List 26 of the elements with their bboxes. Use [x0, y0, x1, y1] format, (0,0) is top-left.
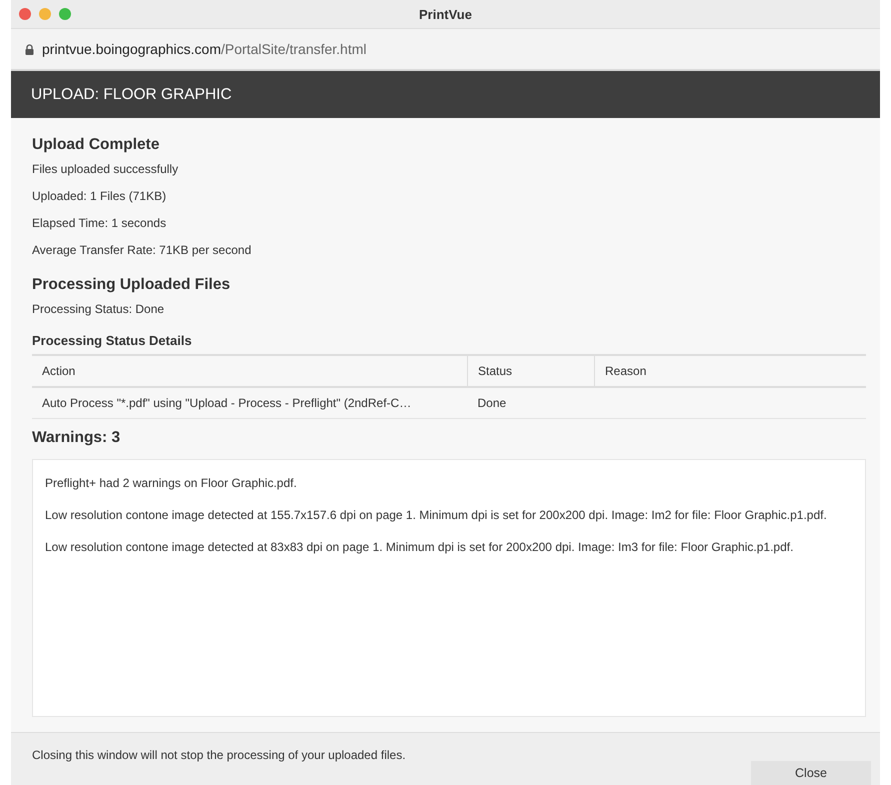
close-icon[interactable]: [19, 8, 31, 20]
column-header: Reason: [594, 355, 866, 387]
table-cell: Done: [468, 387, 594, 418]
page-title: UPLOAD: FLOOR GRAPHIC: [31, 86, 232, 104]
section-heading: Upload Complete: [32, 136, 160, 154]
window-title: PrintVue: [419, 6, 472, 22]
warning-text: Preflight+ had 2 warnings on Floor Graphic.pdf.: [45, 475, 298, 492]
close-button[interactable]: Close: [751, 761, 871, 785]
minimize-icon[interactable]: [39, 8, 51, 20]
info-text: Files uploaded successfully: [32, 162, 180, 176]
lock-icon: [25, 44, 34, 54]
url-text[interactable]: printvue.boingographics.com/PortalSite/transfer.html: [42, 41, 367, 57]
warning-text: Low resolution contone image detected at 83x83 dpi on page 1. Minimum dpi is set for 200x200 dpi. Image: Im3 for file: Floor Graphic.p1.pdf.: [45, 539, 794, 556]
warning-text: Low resolution contone image detected at 155.7x157.6 dpi on page 1. Minimum dpi is set for 200x200 dpi. Image: Im2 for file: Floor Graphic.p1.pdf.: [45, 507, 828, 524]
column-header: Status: [468, 355, 594, 387]
table-cell: Auto Process "*.pdf" using "Upload - Process - Preflight" (2ndRef-C…: [32, 387, 468, 418]
info-text: Uploaded: 1 Files (71KB): [32, 189, 168, 203]
column-header: Action: [32, 355, 468, 387]
section-heading: Warnings: 3: [32, 429, 122, 447]
subsection-heading: Processing Status Details: [32, 333, 193, 348]
info-text: Average Transfer Rate: 71KB per second: [32, 243, 252, 257]
footer-note: Closing this window will not stop the processing of your uploaded files.: [32, 748, 406, 762]
section-heading: Processing Uploaded Files: [32, 276, 232, 294]
status-text: Processing Status: Done: [32, 302, 166, 316]
zoom-icon[interactable]: [59, 8, 71, 20]
info-text: Elapsed Time: 1 seconds: [32, 216, 168, 230]
